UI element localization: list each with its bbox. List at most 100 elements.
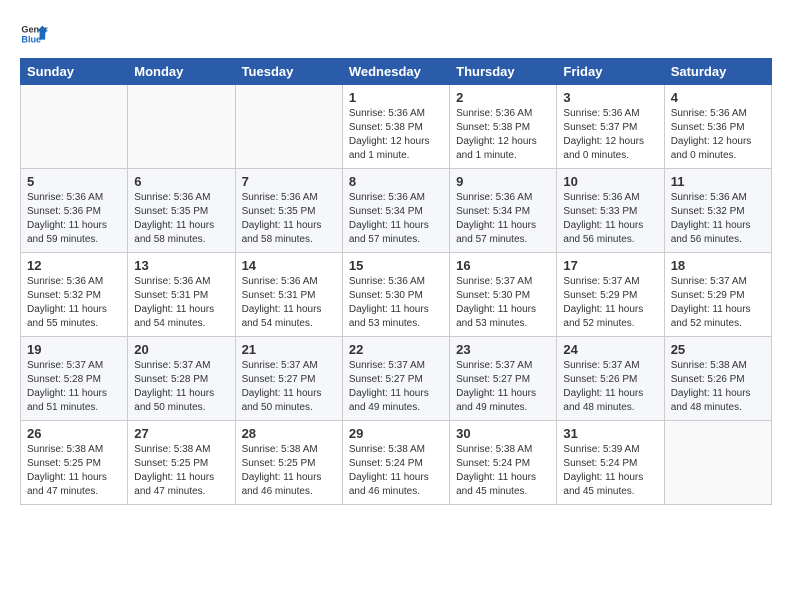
weekday-header-wednesday: Wednesday: [342, 59, 449, 85]
day-number: 21: [242, 342, 336, 357]
day-number: 26: [27, 426, 121, 441]
calendar-cell: 24 Sunrise: 5:37 AM Sunset: 5:26 PM Dayli…: [557, 337, 664, 421]
cell-info: Sunrise: 5:36 AM Sunset: 5:35 PM Dayligh…: [242, 191, 336, 247]
calendar-cell: 11 Sunrise: 5:36 AM Sunset: 5:32 PM Dayli…: [664, 169, 771, 253]
day-number: 10: [563, 174, 657, 189]
cell-info: Sunrise: 5:36 AM Sunset: 5:32 PM Dayligh…: [27, 275, 121, 331]
header: General Blue: [20, 20, 772, 48]
calendar-cell: [235, 85, 342, 169]
day-number: 8: [349, 174, 443, 189]
day-number: 13: [134, 258, 228, 273]
calendar-cell: 30 Sunrise: 5:38 AM Sunset: 5:24 PM Dayli…: [450, 421, 557, 505]
cell-info: Sunrise: 5:37 AM Sunset: 5:30 PM Dayligh…: [456, 275, 550, 331]
calendar-cell: 16 Sunrise: 5:37 AM Sunset: 5:30 PM Dayli…: [450, 253, 557, 337]
calendar-cell: 2 Sunrise: 5:36 AM Sunset: 5:38 PM Daylig…: [450, 85, 557, 169]
day-number: 31: [563, 426, 657, 441]
day-number: 5: [27, 174, 121, 189]
calendar-week-5: 26 Sunrise: 5:38 AM Sunset: 5:25 PM Dayli…: [21, 421, 772, 505]
calendar-cell: 5 Sunrise: 5:36 AM Sunset: 5:36 PM Daylig…: [21, 169, 128, 253]
calendar-week-3: 12 Sunrise: 5:36 AM Sunset: 5:32 PM Dayli…: [21, 253, 772, 337]
calendar-cell: [664, 421, 771, 505]
cell-info: Sunrise: 5:38 AM Sunset: 5:25 PM Dayligh…: [242, 443, 336, 499]
calendar-cell: 9 Sunrise: 5:36 AM Sunset: 5:34 PM Daylig…: [450, 169, 557, 253]
cell-info: Sunrise: 5:36 AM Sunset: 5:34 PM Dayligh…: [456, 191, 550, 247]
weekday-header-saturday: Saturday: [664, 59, 771, 85]
calendar-cell: 4 Sunrise: 5:36 AM Sunset: 5:36 PM Daylig…: [664, 85, 771, 169]
cell-info: Sunrise: 5:37 AM Sunset: 5:26 PM Dayligh…: [563, 359, 657, 415]
calendar-cell: 6Sunrise: 5:36 AM Sunset: 5:35 PM Daylig…: [128, 169, 235, 253]
day-number: 30: [456, 426, 550, 441]
day-number: 11: [671, 174, 765, 189]
day-number: 9: [456, 174, 550, 189]
day-number: 12: [27, 258, 121, 273]
cell-info: Sunrise: 5:38 AM Sunset: 5:24 PM Dayligh…: [349, 443, 443, 499]
cell-info: Sunrise: 5:36 AM Sunset: 5:31 PM Dayligh…: [134, 275, 228, 331]
calendar-cell: 31 Sunrise: 5:39 AM Sunset: 5:24 PM Dayli…: [557, 421, 664, 505]
calendar-cell: 18Sunrise: 5:37 AM Sunset: 5:29 PM Dayli…: [664, 253, 771, 337]
day-number: 7: [242, 174, 336, 189]
day-number: 3: [563, 90, 657, 105]
day-number: 23: [456, 342, 550, 357]
calendar-cell: 22 Sunrise: 5:37 AM Sunset: 5:27 PM Dayli…: [342, 337, 449, 421]
day-number: 16: [456, 258, 550, 273]
calendar-cell: 19 Sunrise: 5:37 AM Sunset: 5:28 PM Dayli…: [21, 337, 128, 421]
cell-info: Sunrise: 5:36 AM Sunset: 5:33 PM Dayligh…: [563, 191, 657, 247]
cell-info: Sunrise: 5:36 AM Sunset: 5:38 PM Dayligh…: [456, 107, 550, 163]
calendar-cell: 25 Sunrise: 5:38 AM Sunset: 5:26 PM Dayli…: [664, 337, 771, 421]
calendar-cell: [128, 85, 235, 169]
calendar-cell: 7 Sunrise: 5:36 AM Sunset: 5:35 PM Daylig…: [235, 169, 342, 253]
day-number: 4: [671, 90, 765, 105]
day-number: 6: [134, 174, 228, 189]
calendar-cell: 3 Sunrise: 5:36 AM Sunset: 5:37 PM Daylig…: [557, 85, 664, 169]
calendar-cell: [21, 85, 128, 169]
calendar-header: SundayMondayTuesdayWednesdayThursdayFrid…: [21, 59, 772, 85]
calendar-cell: 12 Sunrise: 5:36 AM Sunset: 5:32 PM Dayli…: [21, 253, 128, 337]
day-number: 20: [134, 342, 228, 357]
day-number: 27: [134, 426, 228, 441]
calendar-cell: 20Sunrise: 5:37 AM Sunset: 5:28 PM Dayli…: [128, 337, 235, 421]
calendar-cell: 29 Sunrise: 5:38 AM Sunset: 5:24 PM Dayli…: [342, 421, 449, 505]
cell-info: Sunrise: 5:37 AM Sunset: 5:27 PM Dayligh…: [349, 359, 443, 415]
calendar-cell: 21Sunrise: 5:37 AM Sunset: 5:27 PM Dayli…: [235, 337, 342, 421]
weekday-header-monday: Monday: [128, 59, 235, 85]
day-number: 2: [456, 90, 550, 105]
cell-info: Sunrise: 5:36 AM Sunset: 5:34 PM Dayligh…: [349, 191, 443, 247]
calendar-cell: 13 Sunrise: 5:36 AM Sunset: 5:31 PM Dayli…: [128, 253, 235, 337]
logo-icon: General Blue: [20, 20, 48, 48]
cell-info: Sunrise: 5:36 AM Sunset: 5:37 PM Dayligh…: [563, 107, 657, 163]
calendar-week-4: 19 Sunrise: 5:37 AM Sunset: 5:28 PM Dayli…: [21, 337, 772, 421]
day-number: 18: [671, 258, 765, 273]
day-number: 29: [349, 426, 443, 441]
cell-info: Sunrise: 5:39 AM Sunset: 5:24 PM Dayligh…: [563, 443, 657, 499]
calendar-table: SundayMondayTuesdayWednesdayThursdayFrid…: [20, 58, 772, 505]
calendar-cell: 10 Sunrise: 5:36 AM Sunset: 5:33 PM Dayli…: [557, 169, 664, 253]
weekday-header-friday: Friday: [557, 59, 664, 85]
day-number: 1: [349, 90, 443, 105]
calendar-cell: 8 Sunrise: 5:36 AM Sunset: 5:34 PM Daylig…: [342, 169, 449, 253]
day-number: 28: [242, 426, 336, 441]
cell-info: Sunrise: 5:37 AM Sunset: 5:27 PM Dayligh…: [456, 359, 550, 415]
day-number: 19: [27, 342, 121, 357]
cell-info: Sunrise: 5:36 AM Sunset: 5:38 PM Dayligh…: [349, 107, 443, 163]
calendar-cell: 15 Sunrise: 5:36 AM Sunset: 5:30 PM Dayli…: [342, 253, 449, 337]
cell-info: Sunrise: 5:36 AM Sunset: 5:36 PM Dayligh…: [671, 107, 765, 163]
day-number: 22: [349, 342, 443, 357]
weekday-header-sunday: Sunday: [21, 59, 128, 85]
calendar-cell: 28 Sunrise: 5:38 AM Sunset: 5:25 PM Dayli…: [235, 421, 342, 505]
calendar-cell: 17Sunrise: 5:37 AM Sunset: 5:29 PM Dayli…: [557, 253, 664, 337]
cell-info: Sunrise: 5:36 AM Sunset: 5:36 PM Dayligh…: [27, 191, 121, 247]
weekday-header-tuesday: Tuesday: [235, 59, 342, 85]
calendar-week-2: 5 Sunrise: 5:36 AM Sunset: 5:36 PM Daylig…: [21, 169, 772, 253]
day-number: 25: [671, 342, 765, 357]
calendar-cell: 26 Sunrise: 5:38 AM Sunset: 5:25 PM Dayli…: [21, 421, 128, 505]
cell-info: Sunrise: 5:38 AM Sunset: 5:25 PM Dayligh…: [27, 443, 121, 499]
cell-info: Sunrise: 5:37 AM Sunset: 5:28 PM Dayligh…: [27, 359, 121, 415]
calendar-cell: 1 Sunrise: 5:36 AM Sunset: 5:38 PM Daylig…: [342, 85, 449, 169]
day-number: 24: [563, 342, 657, 357]
calendar-cell: 27Sunrise: 5:38 AM Sunset: 5:25 PM Dayli…: [128, 421, 235, 505]
cell-info: Sunrise: 5:38 AM Sunset: 5:24 PM Dayligh…: [456, 443, 550, 499]
cell-info: Sunrise: 5:38 AM Sunset: 5:26 PM Dayligh…: [671, 359, 765, 415]
cell-info: Sunrise: 5:36 AM Sunset: 5:32 PM Dayligh…: [671, 191, 765, 247]
cell-info: Sunrise: 5:36 AM Sunset: 5:30 PM Dayligh…: [349, 275, 443, 331]
day-number: 15: [349, 258, 443, 273]
